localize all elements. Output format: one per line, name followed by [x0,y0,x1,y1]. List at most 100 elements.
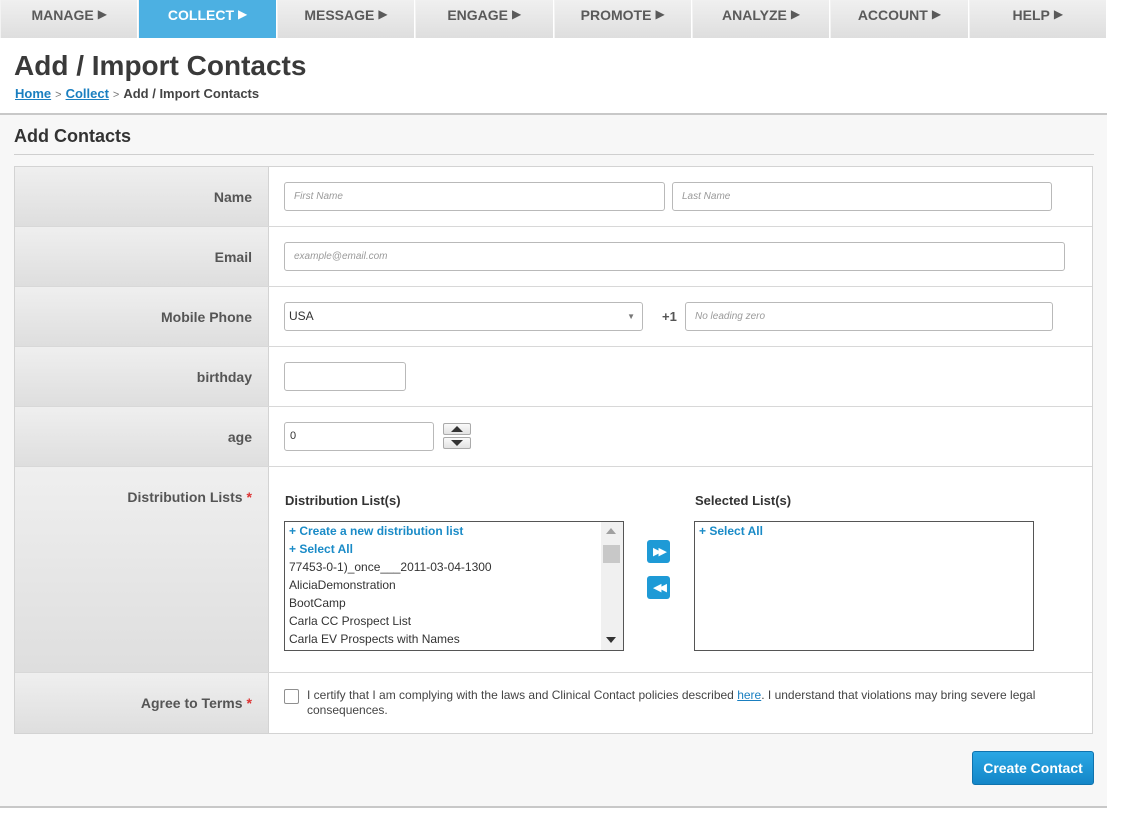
scroll-down-icon[interactable] [606,637,616,643]
form-row-distribution-lists: Distribution Lists * Distribution List(s)… [15,467,1092,673]
nav-account[interactable]: ACCOUNT ▶ [830,0,969,38]
required-marker: * [246,695,252,711]
country-select[interactable]: USA ▼ [284,302,643,331]
divider [14,154,1094,155]
field-label: age [15,407,269,466]
agree-terms-checkbox[interactable] [284,689,299,704]
create-contact-button[interactable]: Create Contact [972,751,1094,785]
contact-form: Name First Name Last Name Email example@… [14,166,1093,734]
nav-manage[interactable]: MANAGE ▶ [0,0,139,38]
terms-text: I certify that I am complying with the l… [307,688,1057,718]
nav-arrow-icon: ▶ [238,7,248,21]
selected-lists-header: Selected List(s) [695,493,792,508]
scrollbar[interactable] [601,522,623,650]
field-cell: Distribution List(s) Selected List(s) + … [270,467,1092,672]
field-cell: 0 [270,407,1092,466]
list-item[interactable]: AliciaDemonstration [285,576,623,594]
nav-label: ACCOUNT [857,7,928,23]
nav-label: HELP [1012,7,1050,23]
breadcrumb: Home > Collect > Add / Import Contacts [15,86,259,101]
nav-arrow-icon: ▶ [931,7,942,21]
form-row-mobile-phone: Mobile Phone USA ▼ +1 No leading zero [15,287,1092,347]
field-cell: example@email.com [270,227,1092,286]
breadcrumb-current: Add / Import Contacts [123,86,260,101]
terms-link[interactable]: here [737,688,761,702]
field-label: Mobile Phone [15,287,269,346]
field-label: Email [15,227,269,286]
divider [0,806,1107,808]
nav-arrow-icon: ▶ [378,7,388,21]
last-name-input[interactable]: Last Name [672,182,1052,211]
birthday-input[interactable] [284,362,406,391]
country-code: +1 [662,309,677,324]
field-cell: First Name Last Name [270,167,1092,226]
field-label: birthday [15,347,269,406]
chevron-down-icon: ▼ [627,312,635,321]
available-lists-box[interactable]: + Create a new distribution list + Selec… [284,521,624,651]
select-all-option[interactable]: + Select All [695,522,1033,540]
scroll-thumb[interactable] [603,545,620,563]
available-lists-header: Distribution List(s) [285,493,401,508]
remove-selected-button[interactable]: ◀◀ [647,576,670,599]
increment-button[interactable] [443,423,471,435]
nav-label: PROMOTE [580,7,652,23]
nav-arrow-icon: ▶ [1053,7,1064,21]
nav-analyze[interactable]: ANALYZE ▶ [691,0,831,38]
nav-label: ENGAGE [447,7,509,23]
required-marker: * [246,489,252,505]
nav-label: COLLECT [167,7,234,23]
breadcrumb-home-link[interactable]: Home [15,86,51,101]
nav-arrow-icon: ▶ [97,7,107,21]
breadcrumb-separator: > [112,89,120,101]
field-label-text: Distribution Lists [127,489,243,505]
nav-label: MANAGE [31,7,94,23]
field-label: Agree to Terms * [15,673,269,733]
field-label: Name [15,167,269,226]
arrow-down-icon [451,440,463,446]
double-arrow-left-icon: ◀◀ [653,582,667,594]
nav-arrow-icon: ▶ [790,7,801,21]
nav-message[interactable]: MESSAGE ▶ [276,0,416,38]
form-row-birthday: birthday [15,347,1092,407]
form-row-name: Name First Name Last Name [15,167,1092,227]
section-title: Add Contacts [14,126,131,146]
field-label-text: Agree to Terms [140,695,243,711]
age-input[interactable]: 0 [284,422,434,451]
email-input[interactable]: example@email.com [284,242,1065,271]
country-value: USA [289,309,314,323]
field-label: Distribution Lists * [15,467,269,672]
breadcrumb-separator: > [55,89,62,101]
arrow-up-icon [451,426,463,432]
decrement-button[interactable] [443,437,471,449]
select-all-option[interactable]: + Select All [285,540,623,558]
first-name-input[interactable]: First Name [284,182,665,211]
nav-help[interactable]: HELP ▶ [968,0,1107,38]
create-list-option[interactable]: + Create a new distribution list [285,522,623,540]
scroll-up-icon[interactable] [606,528,616,534]
field-cell: USA ▼ +1 No leading zero [270,287,1092,346]
form-row-terms: Agree to Terms * I certify that I am comp… [15,673,1092,733]
nav-label: MESSAGE [304,7,375,23]
mobile-phone-input[interactable]: No leading zero [685,302,1053,331]
field-cell [270,347,1092,406]
double-arrow-right-icon: ▶▶ [653,546,667,558]
nav-engage[interactable]: ENGAGE ▶ [415,0,554,38]
list-item[interactable]: Carla EV Prospects with Names [285,630,623,648]
selected-lists-box[interactable]: + Select All [694,521,1034,651]
form-row-email: Email example@email.com [15,227,1092,287]
breadcrumb-collect-link[interactable]: Collect [66,86,109,101]
list-item[interactable]: 77453-0-1)_once___2011-03-04-1300 [285,558,623,576]
page-title: Add / Import Contacts [14,50,307,81]
form-row-age: age 0 [15,407,1092,467]
top-nav: MANAGE ▶ COLLECT ▶ MESSAGE ▶ ENGAGE ▶ PROMOT… [0,0,1107,38]
list-item[interactable]: Carla CC Prospect List [285,612,623,630]
nav-collect[interactable]: COLLECT ▶ [138,0,277,38]
field-cell: I certify that I am complying with the l… [270,673,1092,733]
nav-label: ANALYZE [722,7,787,23]
nav-arrow-icon: ▶ [655,7,665,21]
nav-promote[interactable]: PROMOTE ▶ [553,0,692,38]
list-item[interactable]: BootCamp [285,594,623,612]
nav-arrow-icon: ▶ [512,7,522,21]
terms-text-before: I certify that I am complying with the l… [307,688,738,702]
add-selected-button[interactable]: ▶▶ [647,540,670,563]
